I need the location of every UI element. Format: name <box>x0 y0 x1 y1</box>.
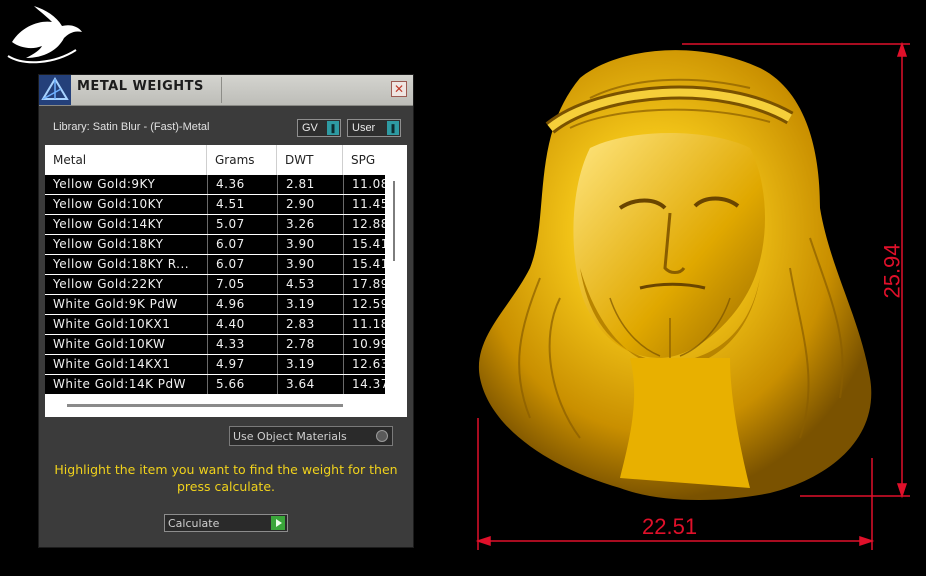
table-row[interactable]: Yellow Gold:18KY R... 6.073.9015.41 <box>45 255 385 274</box>
use-object-materials-toggle[interactable]: Use Object Materials <box>229 426 393 446</box>
table-row[interactable]: Yellow Gold:14KY 5.073.2612.88 <box>45 215 385 234</box>
title-bar[interactable]: METAL WEIGHTS ✕ <box>39 75 413 106</box>
cell-metal: Yellow Gold:18KY R... <box>53 257 190 271</box>
cell-metal: White Gold:9K PdW <box>53 297 178 311</box>
cell-metal: Yellow Gold:14KY <box>53 217 164 231</box>
cell-dwt: 3.90 <box>277 255 343 274</box>
gold-pendant-image <box>475 41 910 550</box>
dove-logo-icon <box>7 6 82 64</box>
cell-grams: 5.07 <box>207 215 277 234</box>
cell-dwt: 2.90 <box>277 195 343 214</box>
panel-title: METAL WEIGHTS <box>77 79 204 94</box>
metal-weights-panel: METAL WEIGHTS ✕ Library: Satin Blur - (F… <box>38 74 414 548</box>
metal-table: Metal Grams DWT SPG Yellow Gold:9KY 4.36 2… <box>45 145 407 417</box>
horizontal-scrollbar[interactable] <box>67 404 343 407</box>
table-row[interactable]: White Gold:14KX1 4.973.1912.63 <box>45 355 385 374</box>
cell-spg: 11.08 <box>343 175 385 194</box>
cell-dwt: 3.64 <box>277 375 343 394</box>
cell-metal: White Gold:10KW <box>53 337 166 351</box>
cell-grams: 4.33 <box>207 335 277 354</box>
dropdown-arrow-icon: ❚ <box>327 121 339 135</box>
cell-spg: 15.41 <box>343 235 385 254</box>
cell-spg: 10.99 <box>343 335 385 354</box>
table-row[interactable]: Yellow Gold:18KY 6.073.9015.41 <box>45 235 385 254</box>
cell-dwt: 2.83 <box>277 315 343 334</box>
table-header: Metal Grams DWT SPG <box>45 145 407 175</box>
cell-grams: 7.05 <box>207 275 277 294</box>
cell-metal: Yellow Gold:18KY <box>53 237 164 251</box>
pendant-render: 22.51 25.94 <box>470 38 926 558</box>
radio-icon <box>376 430 388 442</box>
cell-dwt: 3.19 <box>277 355 343 374</box>
cell-grams: 4.40 <box>207 315 277 334</box>
cell-dwt: 3.19 <box>277 295 343 314</box>
cell-grams: 6.07 <box>207 255 277 274</box>
column-header-grams[interactable]: Grams <box>207 145 277 175</box>
column-header-metal[interactable]: Metal <box>45 145 207 175</box>
gv-select[interactable]: GV ❚ <box>297 119 341 137</box>
close-button[interactable]: ✕ <box>391 81 407 97</box>
cell-dwt: 2.78 <box>277 335 343 354</box>
user-select[interactable]: User ❚ <box>347 119 401 137</box>
calculate-button[interactable]: Calculate <box>164 514 288 532</box>
cell-spg: 15.41 <box>343 255 385 274</box>
table-row[interactable]: White Gold:14K PdW 5.663.6414.37 <box>45 375 385 394</box>
cell-metal: Yellow Gold:9KY <box>53 177 156 191</box>
cell-spg: 12.88 <box>343 215 385 234</box>
close-icon: ✕ <box>393 82 405 96</box>
cell-spg: 11.18 <box>343 315 385 334</box>
title-divider <box>221 77 222 103</box>
cell-grams: 5.66 <box>207 375 277 394</box>
cell-dwt: 4.53 <box>277 275 343 294</box>
table-row[interactable]: White Gold:10KX1 4.402.8311.18 <box>45 315 385 334</box>
cell-grams: 4.36 <box>207 175 277 194</box>
table-row[interactable]: Yellow Gold:22KY 7.054.5317.89 <box>45 275 385 294</box>
cell-grams: 6.07 <box>207 235 277 254</box>
cell-metal: White Gold:10KX1 <box>53 317 171 331</box>
cell-grams: 4.97 <box>207 355 277 374</box>
triangle-app-icon <box>39 75 71 105</box>
table-row[interactable]: Yellow Gold:9KY 4.362.8111.08 <box>45 175 385 194</box>
cell-dwt: 3.90 <box>277 235 343 254</box>
library-label: Library: Satin Blur - (Fast)-Metal <box>53 121 210 133</box>
play-icon <box>271 516 285 530</box>
cell-metal: White Gold:14K PdW <box>53 377 187 391</box>
table-row[interactable]: White Gold:9K PdW 4.963.1912.59 <box>45 295 385 314</box>
cell-spg: 14.37 <box>343 375 385 394</box>
column-header-dwt[interactable]: DWT <box>277 145 343 175</box>
cell-metal: Yellow Gold:10KY <box>53 197 164 211</box>
cell-metal: White Gold:14KX1 <box>53 357 171 371</box>
cell-dwt: 3.26 <box>277 215 343 234</box>
instruction-text: Highlight the item you want to find the … <box>54 462 398 494</box>
cell-grams: 4.96 <box>207 295 277 314</box>
cell-dwt: 2.81 <box>277 175 343 194</box>
cell-spg: 17.89 <box>343 275 385 294</box>
cell-spg: 12.63 <box>343 355 385 374</box>
vertical-scroll-thumb[interactable] <box>393 181 395 261</box>
cell-spg: 12.59 <box>343 295 385 314</box>
cell-metal: Yellow Gold:22KY <box>53 277 164 291</box>
use-object-materials-label: Use Object Materials <box>233 430 347 443</box>
gv-select-value: GV <box>302 122 318 134</box>
column-header-spg[interactable]: SPG <box>343 145 407 175</box>
height-dimension-label: 25.94 <box>879 243 905 299</box>
cell-spg: 11.45 <box>343 195 385 214</box>
dropdown-arrow-icon: ❚ <box>387 121 399 135</box>
table-row[interactable]: White Gold:10KW 4.332.7810.99 <box>45 335 385 354</box>
cell-grams: 4.51 <box>207 195 277 214</box>
table-row[interactable]: Yellow Gold:10KY 4.512.9011.45 <box>45 195 385 214</box>
calculate-label: Calculate <box>168 517 220 530</box>
user-select-value: User <box>352 122 376 134</box>
width-dimension-label: 22.51 <box>642 514 698 539</box>
vertical-scrollbar[interactable] <box>391 181 397 391</box>
